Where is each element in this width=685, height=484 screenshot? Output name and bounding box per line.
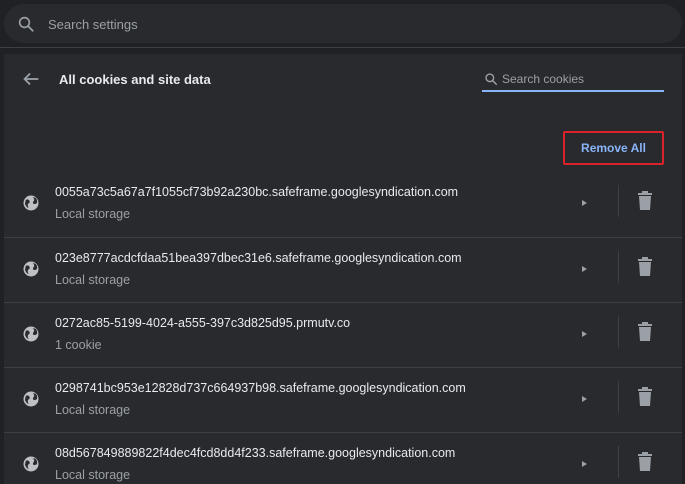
- arrow-right-icon[interactable]: [577, 260, 591, 278]
- row-divider: [618, 251, 619, 283]
- settings-search-box[interactable]: [4, 4, 682, 43]
- globe-icon: [23, 326, 39, 342]
- site-name: 0298741bc953e12828d737c664937b98.safefra…: [55, 381, 466, 395]
- trash-icon[interactable]: [636, 451, 654, 473]
- cookies-card: All cookies and site data Remove All 005…: [4, 54, 682, 484]
- row-divider: [618, 185, 619, 217]
- trash-icon[interactable]: [636, 256, 654, 278]
- cookie-search-input[interactable]: [502, 70, 662, 88]
- trash-icon[interactable]: [636, 386, 654, 408]
- arrow-right-icon[interactable]: [577, 194, 591, 212]
- search-icon: [18, 16, 34, 32]
- trash-icon[interactable]: [636, 321, 654, 343]
- row-divider: [618, 381, 619, 413]
- cookies-header: All cookies and site data: [4, 54, 682, 106]
- arrow-right-icon[interactable]: [577, 325, 591, 343]
- globe-icon: [23, 195, 39, 211]
- page-title: All cookies and site data: [59, 72, 211, 87]
- settings-search-input[interactable]: [48, 13, 648, 35]
- site-detail: Local storage: [55, 403, 131, 417]
- row-divider: [618, 316, 619, 348]
- arrow-right-icon[interactable]: [577, 390, 591, 408]
- globe-icon: [23, 391, 39, 407]
- settings-toolbar: [0, 0, 685, 48]
- trash-icon[interactable]: [636, 190, 654, 212]
- site-row[interactable]: 0272ac85-5199-4024-a555-397c3d825d95.prm…: [4, 302, 682, 367]
- row-divider: [618, 446, 619, 478]
- site-list: 0055a73c5a67a7f1055cf73b92a230bc.safefra…: [4, 172, 682, 484]
- site-name: 08d567849889822f4dec4fcd8dd4f233.safefra…: [55, 446, 456, 460]
- globe-icon: [23, 261, 39, 277]
- site-name: 0055a73c5a67a7f1055cf73b92a230bc.safefra…: [55, 185, 459, 199]
- site-detail: Local storage: [55, 273, 131, 287]
- remove-all-label: Remove All: [581, 141, 646, 155]
- remove-all-button[interactable]: Remove All: [563, 131, 664, 165]
- site-name: 023e8777acdcfdaa51bea397dbec31e6.safefra…: [55, 251, 462, 265]
- site-detail: Local storage: [55, 207, 131, 221]
- site-detail: Local storage: [55, 468, 131, 482]
- site-row[interactable]: 08d567849889822f4dec4fcd8dd4f233.safefra…: [4, 432, 682, 484]
- site-row[interactable]: 0055a73c5a67a7f1055cf73b92a230bc.safefra…: [4, 172, 682, 237]
- globe-icon: [23, 456, 39, 472]
- site-name: 0272ac85-5199-4024-a555-397c3d825d95.prm…: [55, 316, 351, 330]
- site-detail: 1 cookie: [55, 338, 102, 352]
- cookie-search-box[interactable]: [482, 68, 664, 92]
- site-row[interactable]: 0298741bc953e12828d737c664937b98.safefra…: [4, 367, 682, 432]
- site-row[interactable]: 023e8777acdcfdaa51bea397dbec31e6.safefra…: [4, 237, 682, 302]
- search-icon: [485, 73, 498, 86]
- arrow-back-icon[interactable]: [20, 68, 42, 90]
- arrow-right-icon[interactable]: [577, 455, 591, 473]
